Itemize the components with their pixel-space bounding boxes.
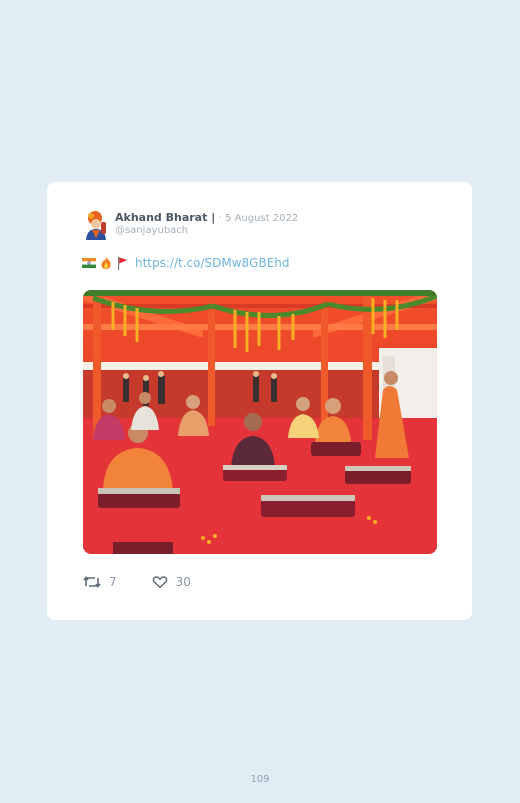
tweet-author-line: Akhand Bharat | · 5 August 2022 [115,211,298,224]
retweet-action[interactable]: 7 [83,575,117,589]
retweet-count: 7 [109,575,117,589]
tweet-text: https://t.co/SDMw8GBEhd [82,256,290,270]
retweet-icon [83,576,101,588]
page-number: 109 [250,774,270,785]
tweet-link[interactable]: https://t.co/SDMw8GBEhd [135,256,290,270]
tweet-date[interactable]: 5 August 2022 [225,213,298,224]
like-count: 30 [175,575,191,589]
tweet-image[interactable] [83,290,437,554]
like-action[interactable]: 30 [152,575,191,589]
author-name[interactable]: Akhand Bharat | [115,211,215,224]
ceremony-photo [83,290,437,554]
fire-icon [101,257,111,269]
tweet-actions: 7 30 [83,575,191,589]
india-flag-icon [82,258,96,268]
author-avatar[interactable] [83,210,109,240]
saffron-flag-icon [118,257,128,270]
tweet-card: Akhand Bharat | · 5 August 2022 @sanjayu… [47,182,472,620]
author-handle[interactable]: @sanjayubach [115,225,188,236]
heart-icon [152,576,167,589]
